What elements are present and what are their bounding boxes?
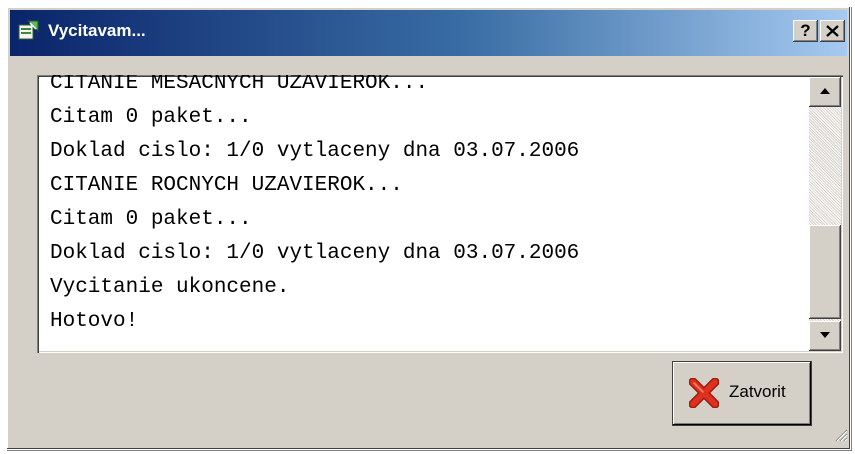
vertical-scrollbar[interactable]	[809, 77, 841, 351]
window-title: Vycitavam...	[48, 21, 146, 40]
app-icon	[18, 19, 40, 41]
close-window-button[interactable]	[820, 20, 845, 42]
log-line: CITANIE MESACNYCH UZAVIEROK...	[50, 75, 429, 95]
zatvorit-button[interactable]: Zatvorit	[673, 362, 811, 425]
scroll-up-button[interactable]	[809, 77, 841, 107]
log-line: Citam 0 paket...	[50, 208, 252, 231]
scroll-down-button[interactable]	[809, 321, 841, 351]
log-lines: CITANIE MESACNYCH UZAVIEROK... Citam 0 p…	[50, 75, 579, 339]
help-icon: ?	[800, 21, 811, 40]
log-output[interactable]: CITANIE MESACNYCH UZAVIEROK... Citam 0 p…	[37, 75, 843, 353]
log-line: CITANIE ROCNYCH UZAVIEROK...	[50, 174, 403, 197]
red-x-icon	[688, 377, 720, 413]
log-line: Vycitanie ukoncene.	[50, 276, 290, 299]
log-line: Hotovo!	[50, 310, 139, 333]
log-line: Doklad cislo: 1/0 vytlaceny dna 03.07.20…	[50, 140, 580, 163]
close-icon	[826, 25, 839, 37]
arrow-down-icon	[820, 332, 830, 338]
log-line: Doklad cislo: 1/0 vytlaceny dna 03.07.20…	[50, 242, 580, 265]
log-line: Citam 0 paket...	[50, 106, 252, 129]
arrow-up-icon	[820, 88, 830, 94]
size-grip-icon[interactable]	[834, 428, 848, 447]
help-button[interactable]: ?	[793, 20, 818, 42]
dialog-window: Vycitavam... ? CITANIE MESACNYCH UZAVIER…	[6, 6, 851, 450]
title-bar[interactable]: Vycitavam... ?	[10, 10, 847, 56]
zatvorit-label: Zatvorit	[729, 382, 786, 401]
scrollbar-thumb[interactable]	[809, 225, 841, 319]
